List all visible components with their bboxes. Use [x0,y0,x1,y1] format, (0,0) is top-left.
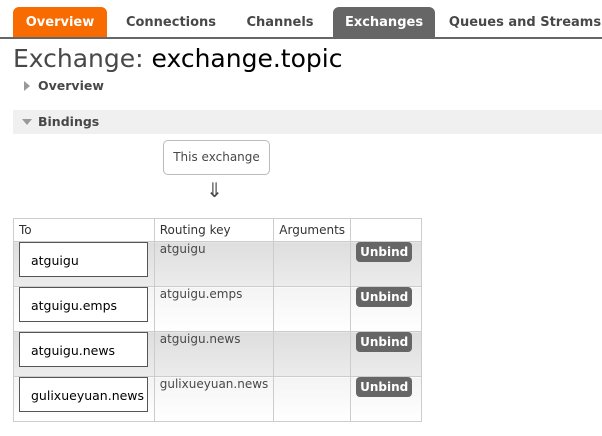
column-header-to: To [13,218,155,242]
unbind-button[interactable]: Unbind [356,377,413,397]
table-row: atguigu.news atguigu.news Unbind [13,331,422,377]
column-header-routing-key: Routing key [153,218,275,242]
binding-destination-cell: gulixueyuan.news [13,376,155,422]
exchange-name: exchange.topic [151,44,343,73]
caret-right-icon [24,81,30,91]
routing-key-cell: gulixueyuan.news [153,376,275,422]
arguments-cell [273,376,352,422]
routing-key-cell: atguigu.emps [153,286,275,332]
actions-cell: Unbind [350,241,422,287]
binding-destination-link[interactable]: gulixueyuan.news [19,377,148,412]
actions-cell: Unbind [350,376,422,422]
unbind-button[interactable]: Unbind [356,242,413,262]
table-header-row: To Routing key Arguments [13,218,422,242]
table-row: atguigu.emps atguigu.emps Unbind [13,286,422,332]
binding-destination-link[interactable]: atguigu.emps [19,287,148,322]
overview-section-label: Overview [38,78,104,93]
bindings-section-label: Bindings [38,114,100,129]
actions-cell: Unbind [350,331,422,377]
tab-overview[interactable]: Overview [13,7,107,38]
bindings-section-toggle[interactable]: Bindings [13,110,602,134]
binding-destination-cell: atguigu [13,241,155,287]
routing-key-cell: atguigu.news [153,331,275,377]
main-nav: Overview Connections Channels Exchanges … [0,0,602,40]
bindings-table: To Routing key Arguments atguigu atguigu… [13,218,422,422]
arguments-cell [273,241,352,287]
caret-down-icon [22,119,32,125]
column-header-arguments: Arguments [273,218,352,242]
unbind-button[interactable]: Unbind [356,287,413,307]
binding-destination-cell: atguigu.news [13,331,155,377]
table-row: gulixueyuan.news gulixueyuan.news Unbind [13,376,422,422]
overview-section-toggle[interactable]: Overview [13,74,602,98]
down-arrow-icon: ⇓ [206,178,223,202]
binding-destination-link[interactable]: atguigu.news [19,332,148,367]
binding-destination-link[interactable]: atguigu [19,242,148,277]
column-header-actions [350,218,422,242]
tab-underline [0,37,602,39]
binding-destination-cell: atguigu.emps [13,286,155,332]
actions-cell: Unbind [350,286,422,332]
arguments-cell [273,286,352,332]
page-title: Exchange: exchange.topic [13,44,342,73]
page-title-prefix: Exchange: [13,44,144,73]
tab-connections[interactable]: Connections [119,7,223,38]
this-exchange-box: This exchange [163,140,270,175]
tab-channels[interactable]: Channels [236,7,324,38]
unbind-button[interactable]: Unbind [356,332,413,352]
arguments-cell [273,331,352,377]
tab-queues-and-streams[interactable]: Queues and Streams [448,7,602,38]
table-row: atguigu atguigu Unbind [13,241,422,287]
routing-key-cell: atguigu [153,241,275,287]
tab-exchanges[interactable]: Exchanges [333,7,435,38]
